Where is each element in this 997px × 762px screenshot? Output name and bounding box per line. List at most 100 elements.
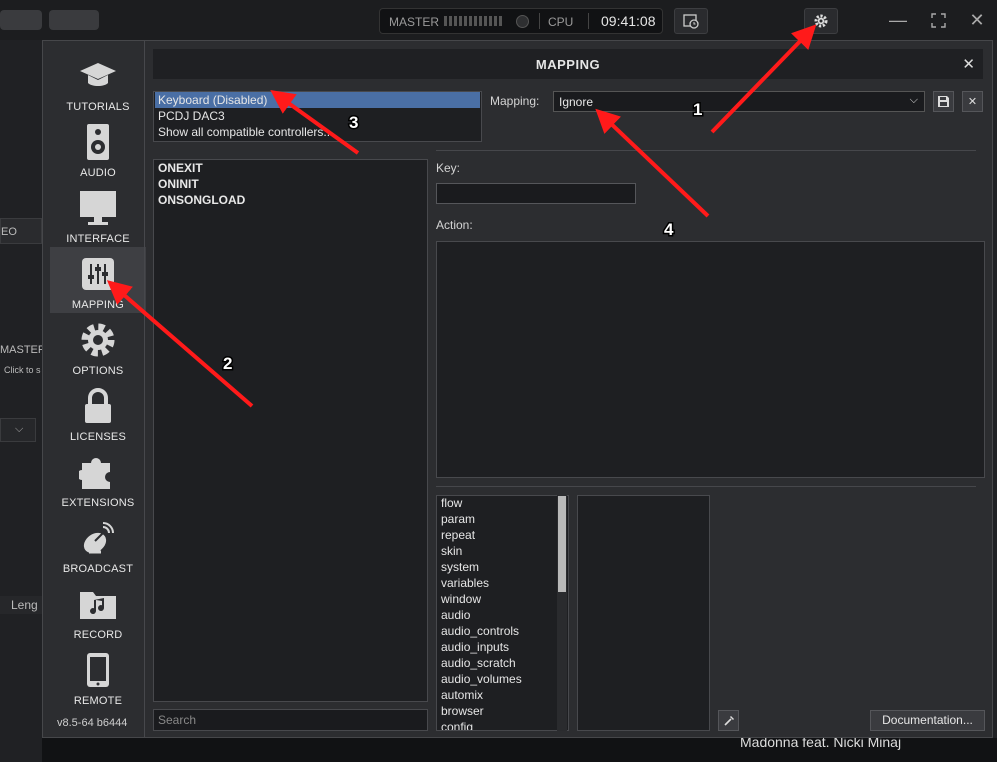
- gear-icon: [79, 321, 117, 359]
- verb-item[interactable]: variables: [441, 576, 489, 590]
- verb-item[interactable]: repeat: [441, 528, 475, 542]
- sidebar-item-tutorials[interactable]: TUTORIALS: [50, 49, 146, 115]
- sidebar-item-broadcast[interactable]: BROADCAST: [50, 511, 146, 577]
- sidebar-item-extensions[interactable]: EXTENSIONS: [50, 445, 146, 511]
- verb-item[interactable]: audio_inputs: [441, 640, 509, 654]
- verb-item[interactable]: param: [441, 512, 475, 526]
- chevron-down-icon: ⌵: [909, 94, 918, 106]
- action-textarea[interactable]: [436, 241, 985, 478]
- dialog-title: MAPPING: [535, 57, 601, 72]
- sidebar-item-mapping[interactable]: MAPPING: [50, 247, 146, 313]
- settings-button[interactable]: [804, 8, 838, 34]
- sidebar-item-licenses[interactable]: LICENSES: [50, 379, 146, 445]
- event-item[interactable]: ONSONGLOAD: [158, 193, 245, 207]
- bg-click-text: Click to s: [4, 365, 41, 375]
- save-mapping-button[interactable]: [933, 91, 954, 112]
- version-label: v8.5-64 b6444: [57, 717, 128, 729]
- bg-dropdown[interactable]: ⌵: [0, 418, 36, 442]
- verb-item[interactable]: audio: [441, 608, 470, 622]
- verb-item[interactable]: config: [441, 720, 473, 730]
- minimize-icon[interactable]: —: [888, 10, 908, 30]
- controller-item-dac3[interactable]: PCDJ DAC3: [155, 108, 480, 124]
- documentation-button[interactable]: Documentation...: [870, 710, 985, 731]
- master-meter: MASTER CPU 09:41:08: [379, 8, 663, 34]
- calendar-clock-icon: [683, 14, 699, 29]
- bg-button[interactable]: [49, 10, 99, 30]
- controller-list: Keyboard (Disabled) PCDJ DAC3 Show all c…: [153, 91, 482, 142]
- sidebar-item-interface[interactable]: INTERFACE: [50, 181, 146, 247]
- bg-button[interactable]: [0, 10, 42, 30]
- verb-item[interactable]: skin: [441, 544, 462, 558]
- lock-icon: [79, 387, 117, 425]
- gear-icon: [814, 14, 828, 28]
- verb-list: flow param repeat skin system variables …: [436, 495, 569, 731]
- sidebar-item-audio[interactable]: AUDIO: [50, 115, 146, 181]
- satellite-dish-icon: [79, 519, 117, 557]
- sidebar-item-remote[interactable]: REMOTE: [50, 643, 146, 709]
- bg-bottom-panel: Madonna feat. Nicki Minaj: [42, 734, 997, 762]
- controller-item-keyboard[interactable]: Keyboard (Disabled): [155, 92, 480, 108]
- close-dialog-icon[interactable]: ✕: [962, 55, 975, 73]
- sidebar-item-label: AUDIO: [80, 167, 116, 179]
- sliders-icon: [79, 255, 117, 293]
- eyedropper-icon: [723, 715, 734, 726]
- sidebar-item-label: REMOTE: [73, 695, 123, 707]
- controller-item-show-all[interactable]: Show all compatible controllers...: [155, 124, 480, 140]
- mapping-label: Mapping:: [490, 94, 540, 108]
- bg-length-header: Leng: [11, 598, 38, 612]
- master-knob[interactable]: [516, 15, 529, 28]
- speaker-icon: [79, 123, 117, 161]
- verb-item[interactable]: automix: [441, 688, 483, 702]
- master-label: MASTER: [389, 15, 440, 29]
- verb-item[interactable]: system: [441, 560, 479, 574]
- verb-item[interactable]: audio_controls: [441, 624, 519, 638]
- verb-item[interactable]: window: [441, 592, 481, 606]
- close-window-icon[interactable]: ✕: [967, 10, 987, 30]
- vu-meter: [444, 16, 504, 26]
- sidebar-item-label: RECORD: [73, 629, 123, 641]
- bg-master-text: MASTER: [0, 344, 46, 356]
- sidebar-item-options[interactable]: OPTIONS: [50, 313, 146, 379]
- monitor-icon: [79, 189, 117, 227]
- verb-detail-list: [577, 495, 710, 731]
- sidebar-item-label: EXTENSIONS: [61, 497, 135, 509]
- picker-button[interactable]: [718, 710, 739, 731]
- mapping-select[interactable]: Ignore ⌵: [553, 91, 925, 112]
- action-label: Action:: [436, 218, 473, 232]
- floppy-icon: [938, 96, 949, 107]
- settings-sidebar: TUTORIALS AUDIO INTERFACE MAPPING OPTION…: [43, 41, 146, 737]
- cpu-label: CPU: [548, 15, 574, 29]
- schedule-button[interactable]: [674, 8, 708, 34]
- sidebar-item-label: INTERFACE: [66, 233, 130, 245]
- dialog-header: MAPPING ✕: [153, 49, 983, 79]
- search-input[interactable]: Search: [153, 709, 428, 731]
- music-folder-icon: [79, 585, 117, 623]
- sidebar-item-label: TUTORIALS: [66, 101, 130, 113]
- verb-item[interactable]: browser: [441, 704, 484, 718]
- event-item[interactable]: ONINIT: [158, 177, 199, 191]
- verb-item[interactable]: audio_scratch: [441, 656, 516, 670]
- graduation-cap-icon: [79, 57, 117, 95]
- close-icon: ✕: [967, 96, 978, 108]
- key-label: Key:: [436, 161, 461, 175]
- delete-mapping-button[interactable]: ✕: [962, 91, 983, 112]
- settings-dialog: TUTORIALS AUDIO INTERFACE MAPPING OPTION…: [42, 40, 993, 738]
- bg-left-panel: [0, 40, 42, 762]
- event-item[interactable]: ONEXIT: [158, 161, 203, 175]
- verb-item[interactable]: flow: [441, 496, 462, 510]
- sidebar-item-label: MAPPING: [71, 299, 125, 311]
- verb-scrollbar-thumb[interactable]: [558, 496, 566, 592]
- sidebar-item-label: OPTIONS: [72, 365, 124, 377]
- sidebar-item-record[interactable]: RECORD: [50, 577, 146, 643]
- verb-item[interactable]: audio_volumes: [441, 672, 522, 686]
- sidebar-item-label: BROADCAST: [62, 563, 134, 575]
- mapping-select-value: Ignore: [559, 95, 594, 109]
- maximize-icon[interactable]: [928, 10, 948, 30]
- event-list: ONEXIT ONINIT ONSONGLOAD: [153, 159, 428, 702]
- puzzle-icon: [79, 453, 117, 491]
- key-input[interactable]: [436, 183, 636, 204]
- clock: 09:41:08: [601, 13, 656, 29]
- phone-icon: [79, 651, 117, 689]
- sidebar-item-label: LICENSES: [69, 431, 126, 443]
- bg-tab-label: EO: [1, 226, 17, 238]
